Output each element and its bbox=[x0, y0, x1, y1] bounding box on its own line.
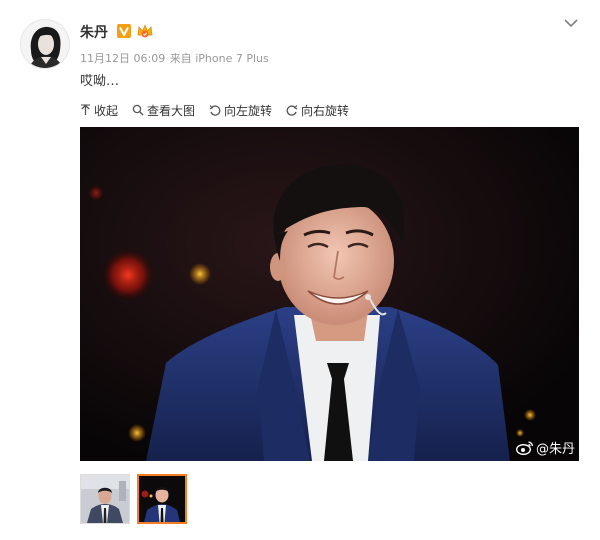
weibo-logo-icon bbox=[515, 441, 534, 455]
photo-image bbox=[80, 127, 579, 461]
rotate-left-label: 向左旋转 bbox=[224, 103, 273, 118]
weibo-post-card: 朱丹 11月12日 06:09 来自 iPhone 7 Plus 哎呦… 收起 bbox=[0, 0, 600, 540]
thumbnail-image bbox=[81, 475, 129, 523]
rotate-left-button[interactable]: 向左旋转 bbox=[209, 102, 272, 119]
post-photo[interactable]: @朱丹 bbox=[80, 127, 579, 461]
timestamp[interactable]: 11月12日 06:09 bbox=[80, 52, 165, 65]
watermark-text: @朱丹 bbox=[535, 442, 575, 457]
rotate-right-button[interactable]: 向右旋转 bbox=[286, 102, 349, 119]
rotate-right-icon bbox=[286, 105, 298, 116]
view-large-button[interactable]: 查看大图 bbox=[132, 102, 195, 119]
source-prefix: 来自 bbox=[169, 52, 192, 65]
thumbnail-2-selected[interactable] bbox=[137, 474, 187, 524]
username[interactable]: 朱丹 bbox=[80, 22, 108, 42]
magnifier-icon bbox=[132, 104, 144, 116]
thumbnail-1[interactable] bbox=[80, 474, 130, 524]
post-text: 哎呦… bbox=[80, 74, 120, 89]
verified-v-icon bbox=[117, 24, 131, 38]
vip-crown-icon[interactable] bbox=[136, 22, 154, 40]
rotate-right-label: 向右旋转 bbox=[301, 103, 350, 118]
collapse-button[interactable]: 收起 bbox=[80, 102, 118, 119]
arrow-up-icon bbox=[81, 104, 90, 115]
source-device[interactable]: iPhone 7 Plus bbox=[195, 52, 269, 65]
post-meta: 11月12日 06:09 来自 iPhone 7 Plus bbox=[80, 50, 269, 66]
photo-watermark: @朱丹 bbox=[515, 438, 575, 457]
image-toolbar: 收起 查看大图 向左旋转 向右旋转 bbox=[80, 102, 363, 118]
view-large-label: 查看大图 bbox=[147, 103, 196, 118]
collapse-label: 收起 bbox=[94, 103, 119, 118]
rotate-left-icon bbox=[209, 105, 221, 116]
thumbnail-image bbox=[139, 476, 185, 522]
avatar[interactable] bbox=[20, 19, 70, 69]
avatar-image bbox=[21, 20, 69, 68]
chevron-down-icon[interactable] bbox=[563, 17, 579, 29]
